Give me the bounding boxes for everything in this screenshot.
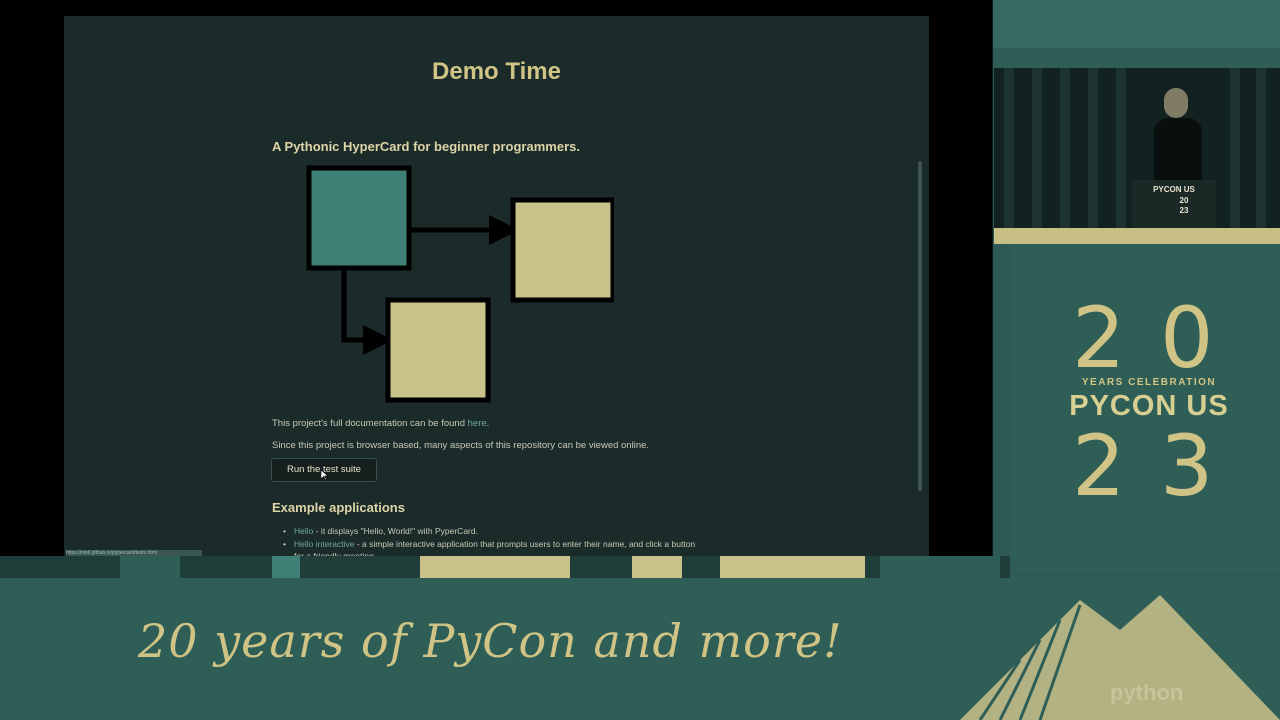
page-subtitle: A Pythonic HyperCard for beginner progra…: [272, 139, 580, 154]
doc-text: This project's full documentation can be…: [272, 418, 468, 429]
hypercard-diagram: [306, 165, 614, 403]
speaker-camera: PYCON US 20 23: [994, 68, 1280, 228]
example-desc: - it displays "Hello, World!" with Pyper…: [313, 526, 478, 536]
examples-heading: Example applications: [272, 500, 405, 515]
example-link-hello[interactable]: Hello: [294, 526, 313, 536]
shared-screen: Demo Time A Pythonic HyperCard for begin…: [0, 0, 993, 556]
year-digit: 3: [1160, 417, 1214, 515]
curtain: [1060, 68, 1070, 228]
example-link-hello-interactive[interactable]: Hello interactive: [294, 539, 354, 549]
browser-viewport: Demo Time A Pythonic HyperCard for begin…: [64, 16, 929, 556]
python-logo: python: [1110, 680, 1184, 705]
list-item: Hello interactive - a simple interactive…: [272, 538, 702, 556]
speaker-head: [1164, 88, 1188, 118]
browser-paragraph: Since this project is browser based, man…: [272, 440, 650, 451]
doc-text-end: .: [486, 418, 490, 429]
curtain: [1004, 68, 1014, 228]
podium: PYCON US 20 23: [1132, 180, 1216, 228]
decor-strip: [0, 556, 1010, 578]
page-title: Demo Time: [432, 58, 561, 85]
diagram-arrow-down: [341, 268, 393, 355]
year-digit: 2: [1072, 417, 1126, 515]
curtain: [1230, 68, 1240, 228]
curtain: [1032, 68, 1042, 228]
podium-text: PYCON US: [1153, 185, 1195, 194]
curtain: [1256, 68, 1266, 228]
status-url: https://ntoll.github.io/pypercard/tests.…: [66, 550, 202, 556]
curtain: [1088, 68, 1098, 228]
documentation-paragraph: This project's full documentation can be…: [272, 418, 489, 429]
year-digit: 0: [1160, 289, 1214, 387]
documentation-link[interactable]: here: [468, 418, 487, 429]
examples-list: Hello - it displays "Hello, World!" with…: [272, 525, 702, 556]
vertical-scrollbar[interactable]: [918, 161, 922, 491]
camera-frame-bottom: [994, 228, 1280, 244]
scrollbar-thumb[interactable]: [918, 161, 922, 491]
camera-frame-top: [994, 48, 1280, 68]
podium-text: 20: [1179, 196, 1189, 205]
year-digit: 2: [1072, 289, 1126, 387]
list-item: Hello - it displays "Hello, World!" with…: [272, 525, 702, 537]
tagline: 20 years of PyCon and more!: [138, 614, 843, 668]
podium-text: 23: [1179, 206, 1189, 215]
diagram-card-right: [510, 197, 614, 303]
diagram-card-teal: [306, 165, 412, 271]
years-celebration-label: YEARS CELEBRATION: [1081, 377, 1217, 388]
example-desc: - a simple interactive application that …: [294, 539, 696, 556]
top-strip: [992, 0, 1280, 48]
mouse-cursor-icon: [321, 470, 329, 480]
curtain: [1116, 68, 1126, 228]
diagram-card-bottom: [385, 297, 491, 403]
